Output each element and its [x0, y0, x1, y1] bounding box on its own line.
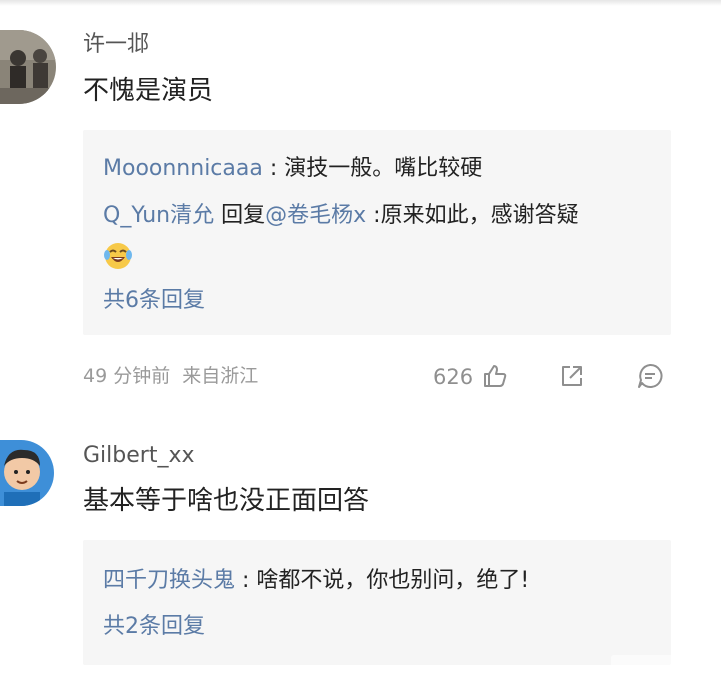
reply-target-link[interactable]: @卷毛杨x — [265, 203, 366, 228]
reply-text: 演技一般。嘴比较硬 — [284, 156, 483, 181]
reply-separator: : — [262, 156, 285, 181]
comment-meta: 49 分钟前 来自浙江 — [83, 363, 270, 389]
reply-line: Q_Yun清允 回复@卷毛杨x :原来如此，感谢答疑 — [103, 201, 579, 231]
reply-author-link[interactable]: Q_Yun清允 — [103, 203, 214, 228]
view-all-replies-link[interactable]: 共6条回复 — [103, 286, 205, 316]
reply-preview-box[interactable]: 四千刀换头鬼 : 啥都不说，你也别问，绝了! 共2条回复 — [83, 540, 671, 665]
reply-line: Mooonnnicaaa : 演技一般。嘴比较硬 — [103, 154, 482, 184]
comment-icon[interactable] — [636, 362, 664, 390]
reply-text: 啥都不说，你也别问，绝了! — [256, 568, 530, 593]
share-icon[interactable] — [558, 362, 586, 390]
reply-separator: : — [366, 203, 381, 228]
comment-username[interactable]: 许一邶 — [83, 31, 149, 59]
reply-line: 四千刀换头鬼 : 啥都不说，你也别问，绝了! — [103, 566, 529, 596]
watermark — [611, 655, 707, 673]
reply-text: 原来如此，感谢答疑 — [380, 203, 579, 228]
laughing-tears-emoji-icon — [104, 243, 132, 269]
reply-preview-box[interactable]: Mooonnnicaaa : 演技一般。嘴比较硬 Q_Yun清允 回复@卷毛杨x… — [83, 130, 671, 335]
reply-separator: : — [235, 568, 257, 593]
reply-action: 回复 — [214, 203, 266, 228]
like-count: 626 — [433, 365, 474, 389]
comment-text: 基本等于啥也没正面回答 — [83, 486, 370, 516]
comment-username[interactable]: Gilbert_xx — [83, 442, 194, 470]
avatar[interactable] — [0, 440, 54, 506]
avatar[interactable] — [0, 30, 56, 104]
comment-feed: 许一邶 不愧是演员 Mooonnnicaaa : 演技一般。嘴比较硬 Q_Yun… — [0, 0, 721, 683]
comment-time: 49 分钟前 — [83, 365, 171, 387]
view-all-replies-link[interactable]: 共2条回复 — [103, 612, 205, 642]
reply-author-link[interactable]: 四千刀换头鬼 — [103, 568, 235, 593]
comment-location: 来自浙江 — [182, 365, 259, 387]
comment-text: 不愧是演员 — [83, 76, 214, 106]
top-divider — [0, 0, 721, 6]
reply-author-link[interactable]: Mooonnnicaaa — [103, 156, 263, 181]
thumbs-up-icon[interactable] — [481, 362, 509, 390]
